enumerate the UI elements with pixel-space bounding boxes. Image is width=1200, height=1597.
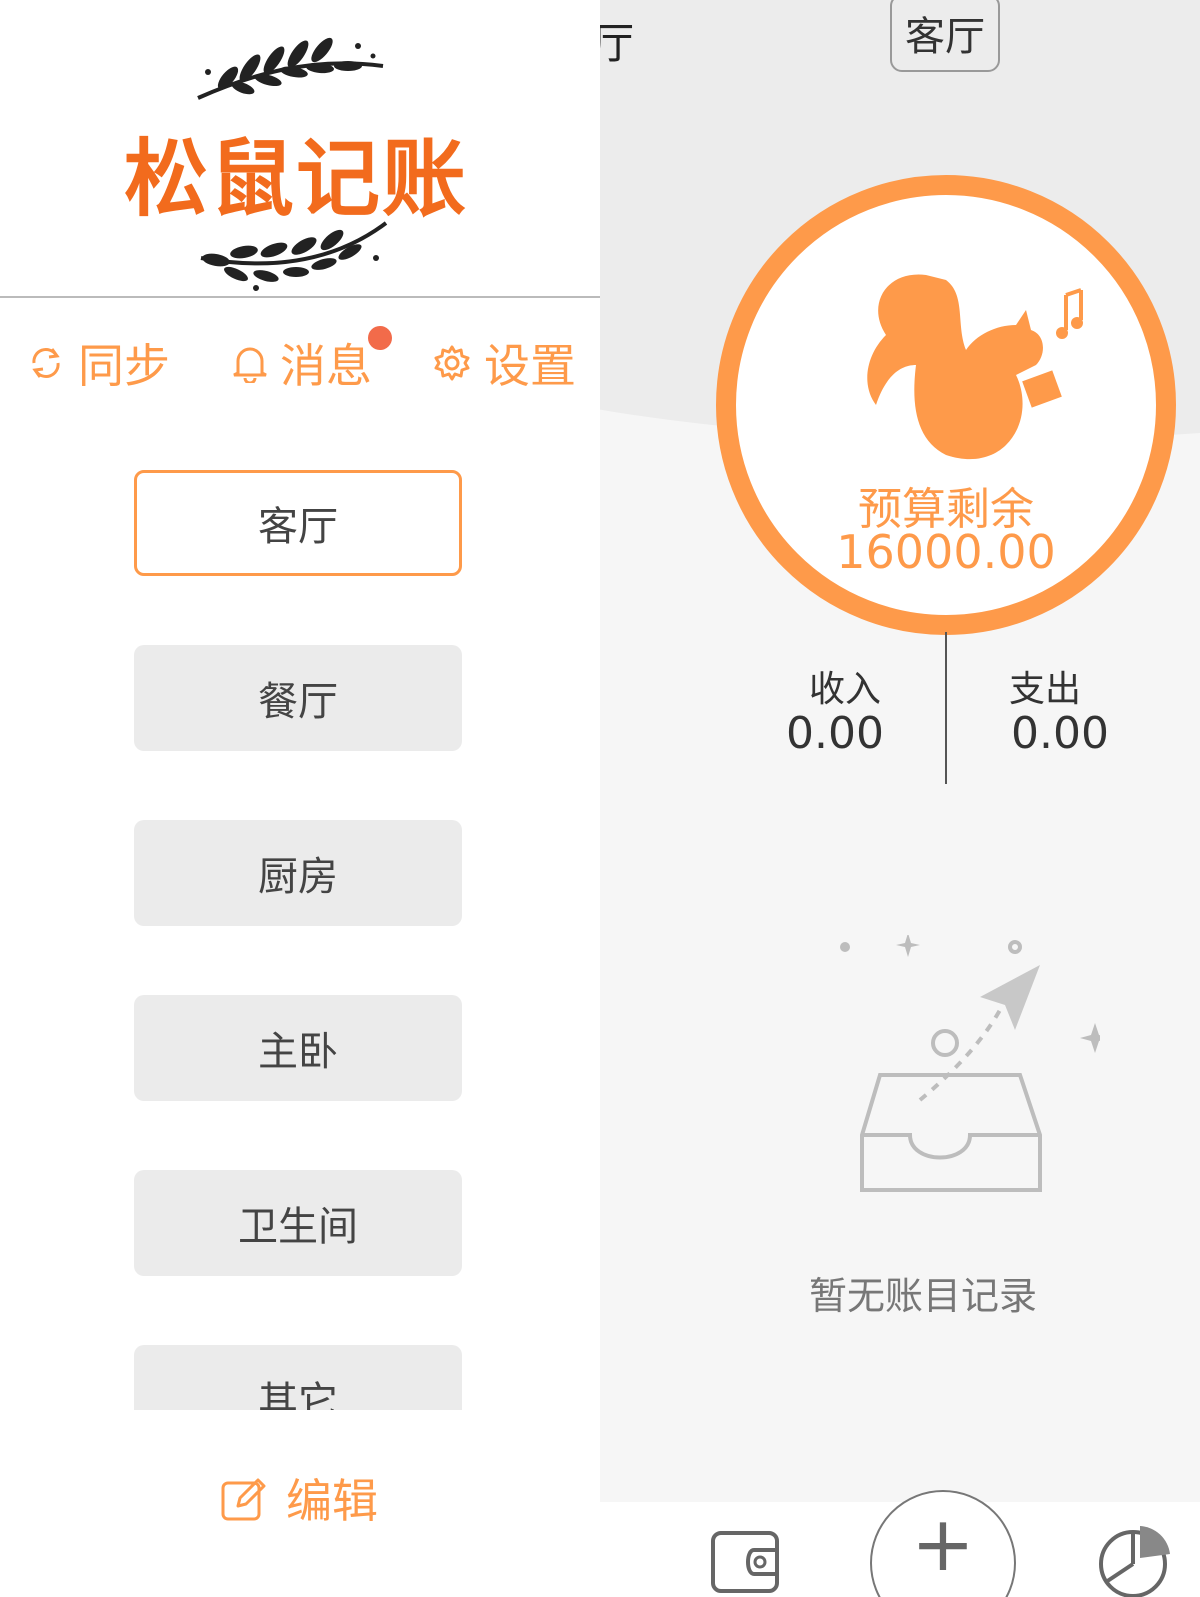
settings-label: 设置 [484, 339, 576, 393]
income-value: 0.00 [786, 708, 884, 759]
empty-state-text: 暂无账目记录 [808, 1274, 1037, 1318]
pie-chart-icon[interactable] [1096, 1524, 1170, 1597]
main-panel: 厅 客厅 预算剩余 16000.00 收入 0.00 支出 0.00 暂无账目记… [600, 0, 1200, 1597]
add-record-button[interactable]: + [870, 1490, 1016, 1597]
messages-label: 消息 [280, 339, 372, 393]
room-list: 客厅餐厅厨房主卧卫生间其它 [0, 470, 600, 1410]
room-item-label: 卫生间 [238, 1204, 358, 1250]
laurel-ornament-icon [200, 221, 388, 291]
wallet-icon[interactable] [710, 1530, 780, 1594]
unread-badge [368, 326, 392, 350]
expense-label: 支出 [1008, 669, 1081, 710]
income-label: 收入 [808, 669, 881, 710]
budget-ring[interactable]: 预算剩余 16000.00 [716, 175, 1176, 635]
drawer-actions: 同步 消息 设置 [0, 326, 600, 410]
app-name: 松鼠记账 [123, 130, 468, 228]
budget-remaining-value: 16000.00 [836, 525, 1056, 579]
room-selector-label: 客厅 [905, 14, 985, 60]
room-item[interactable]: 卫生间 [134, 1170, 462, 1276]
main-title-partial: 厅 [600, 19, 635, 68]
laurel-ornament-icon [197, 37, 384, 100]
room-item-label: 客厅 [258, 504, 338, 550]
room-item-label: 主卧 [258, 1029, 338, 1075]
squirrel-icon [867, 274, 1083, 460]
side-drawer: 松鼠记账 同步 消息 设置 客厅 餐厅 厨房 主卧 卫生间 其它 编辑 [0, 0, 600, 1597]
room-selector-button[interactable]: 客厅 [890, 0, 1000, 72]
messages-button[interactable]: 消息 [232, 326, 392, 396]
edit-rooms-button[interactable]: 编辑 [220, 1465, 378, 1531]
sync-label: 同步 [78, 339, 170, 393]
sync-button[interactable]: 同步 [26, 330, 170, 396]
edit-icon [221, 1478, 266, 1521]
expense-value: 0.00 [1011, 708, 1109, 759]
plus-icon: + [911, 1499, 975, 1588]
room-item[interactable]: 餐厅 [134, 645, 462, 751]
room-item-label: 厨房 [258, 854, 338, 900]
empty-inbox-icon [840, 935, 1100, 1192]
room-item[interactable]: 客厅 [134, 470, 462, 576]
gear-icon [434, 345, 470, 381]
settings-button[interactable]: 设置 [432, 330, 576, 396]
app-root: 厅 客厅 预算剩余 16000.00 收入 0.00 支出 0.00 暂无账目记… [0, 0, 1200, 1597]
stats-divider [945, 632, 947, 784]
drawer-header: 松鼠记账 [0, 0, 600, 298]
room-item[interactable]: 厨房 [134, 820, 462, 926]
room-item-label: 餐厅 [258, 679, 338, 725]
bell-icon [233, 347, 267, 383]
bottom-toolbar: + [600, 1490, 1200, 1597]
edit-label: 编辑 [286, 1474, 378, 1528]
room-item[interactable]: 其它 [134, 1345, 462, 1410]
room-item[interactable]: 主卧 [134, 995, 462, 1101]
sync-icon [32, 348, 60, 378]
room-item-label: 其它 [258, 1379, 338, 1410]
